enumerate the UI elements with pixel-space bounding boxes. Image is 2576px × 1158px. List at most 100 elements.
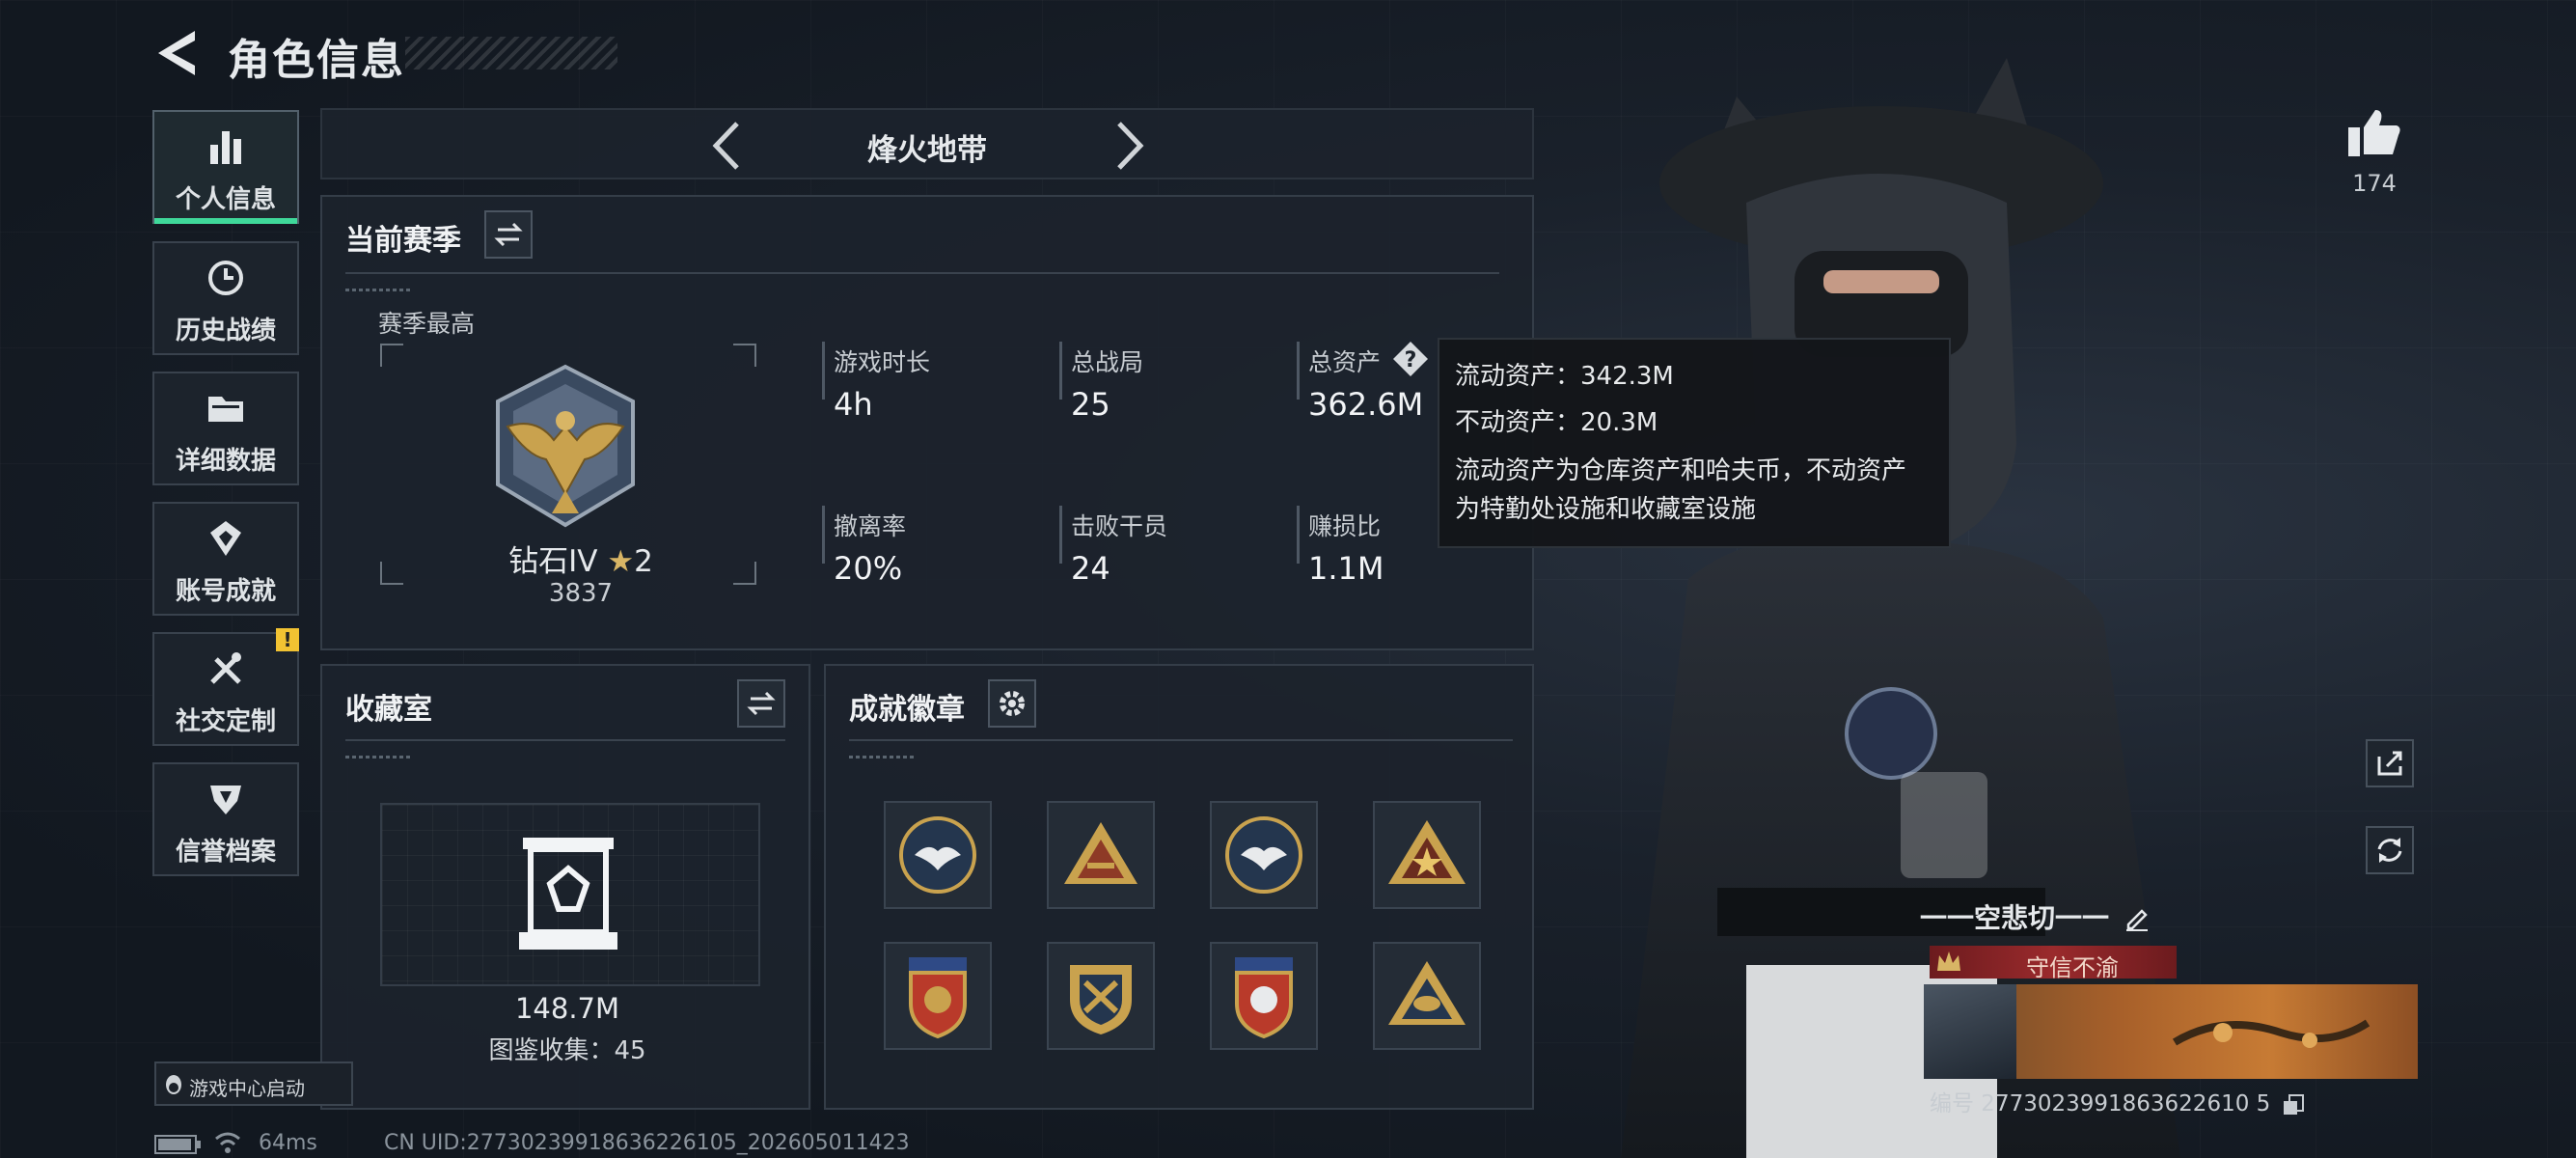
folder-icon xyxy=(208,397,243,422)
uid-text: CN UID:27730239918636226105_202605011423 xyxy=(384,1131,910,1155)
divider xyxy=(345,272,1499,274)
stat-value: 1.1M xyxy=(1308,550,1384,587)
like-count: 174 xyxy=(2352,170,2397,197)
display-case-icon xyxy=(519,838,617,950)
achievement-badge[interactable] xyxy=(1210,801,1318,909)
player-id: 编号 2773023991863622610 5 xyxy=(1930,1085,2373,1117)
eagle-medal-icon xyxy=(1225,816,1302,894)
shield-emblem-icon xyxy=(210,786,241,814)
sidebar-item-label: 信誉档案 xyxy=(175,838,276,867)
edit-icon[interactable] xyxy=(2123,903,2151,932)
rank-name: 钻石IV xyxy=(508,544,598,579)
achievement-badge[interactable] xyxy=(884,801,992,909)
swap-icon xyxy=(747,691,776,716)
collection-value: 148.7M xyxy=(514,992,620,1025)
achievement-badge[interactable] xyxy=(1373,942,1481,1050)
banner-art-icon xyxy=(2172,1019,2370,1048)
season-panel: 当前赛季 赛季最高 钻石IV ★2 3837 游戏时长 4h 总战局 25 总资… xyxy=(320,195,1534,650)
triangle-medal-icon xyxy=(1064,822,1137,884)
player-banner[interactable] xyxy=(1924,984,2418,1079)
active-indicator xyxy=(154,218,297,224)
achievement-badge[interactable] xyxy=(1373,801,1481,909)
stat-value: 24 xyxy=(1071,550,1110,587)
tooltip-fixed-assets: 不动资产：20.3M xyxy=(1455,408,1658,437)
rank-stars: 2 xyxy=(634,544,653,579)
achievement-badge[interactable] xyxy=(1210,942,1318,1050)
divider-dots xyxy=(345,756,413,758)
rank-score: 3837 xyxy=(548,579,614,608)
sidebar-item-history[interactable]: 历史战绩 xyxy=(152,241,299,355)
stat-divider xyxy=(1297,506,1300,564)
diamond-emblem-icon xyxy=(210,521,241,556)
achievement-badge[interactable] xyxy=(1047,942,1155,1050)
chevron-right-icon[interactable] xyxy=(1113,120,1146,172)
stat-divider xyxy=(822,342,825,400)
tooltip-description: 为特勤处设施和收藏室设施 xyxy=(1455,495,1757,524)
alert-badge: ! xyxy=(276,628,299,651)
share-icon xyxy=(2377,751,2402,776)
stat-value: 362.6M xyxy=(1308,386,1424,423)
help-icon[interactable]: ? xyxy=(1391,340,1430,378)
player-avatar[interactable] xyxy=(1924,984,2016,1079)
refresh-icon xyxy=(2377,838,2402,863)
stat-divider xyxy=(1059,342,1062,400)
tooltip-description: 流动资产为仓库资产和哈夫币，不动资产 xyxy=(1455,456,1907,485)
collection-swap-button[interactable] xyxy=(737,679,785,728)
refresh-button[interactable] xyxy=(2366,826,2414,874)
sidebar-item-label: 详细数据 xyxy=(175,447,276,476)
game-center-launch[interactable]: 游戏中心启动 xyxy=(154,1062,353,1106)
triangle-eye-medal-icon xyxy=(1388,961,1466,1025)
battery-icon xyxy=(154,1135,201,1154)
sidebar-item-label: 个人信息 xyxy=(175,185,276,214)
svg-text:?: ? xyxy=(1405,348,1417,372)
season-title: 当前赛季 xyxy=(345,224,461,258)
stat-label: 总资产 xyxy=(1308,348,1382,376)
copy-icon[interactable] xyxy=(2282,1093,2305,1117)
sidebar-item-label: 历史战绩 xyxy=(175,317,276,345)
sidebar-item-label: 账号成就 xyxy=(175,577,276,606)
divider xyxy=(345,739,785,741)
rank-emblem-icon xyxy=(496,364,635,528)
assets-tooltip: 流动资产：342.3M 不动资产：20.3M 流动资产为仓库资产和哈夫币，不动资… xyxy=(1438,338,1951,548)
sidebar-item-label: 社交定制 xyxy=(175,707,276,736)
back-arrow-icon[interactable] xyxy=(154,27,199,79)
player-id-text: 编号 2773023991863622610 5 xyxy=(1930,1091,2271,1117)
achievements-settings-button[interactable] xyxy=(988,679,1036,728)
rank-label: 钻石IV ★2 xyxy=(484,537,677,580)
thumbs-up-icon[interactable] xyxy=(2346,106,2402,158)
stat-label: 游戏时长 xyxy=(834,348,931,376)
wifi-icon xyxy=(215,1132,240,1153)
player-title-bar: 守信不渝 xyxy=(1930,946,2177,981)
stat-divider xyxy=(1297,342,1300,400)
collection-catalog: 图鉴收集：45 xyxy=(488,1036,646,1065)
achievement-badge[interactable] xyxy=(1047,801,1155,909)
stat-label: 击败干员 xyxy=(1071,512,1168,540)
page-title: 角色信息 xyxy=(228,36,405,85)
bar-chart-icon xyxy=(210,131,241,164)
tools-icon xyxy=(210,652,241,684)
season-swap-button[interactable] xyxy=(484,210,533,259)
stat-value: 20% xyxy=(834,550,903,587)
player-name: 一一空悲切一一 xyxy=(1920,902,2110,934)
shield-medal-icon xyxy=(1070,965,1132,1034)
achievements-panel: 成就徽章 xyxy=(824,664,1534,1110)
gear-icon xyxy=(1000,691,1025,716)
shield-medal-icon xyxy=(1235,957,1293,1039)
shield-medal-icon xyxy=(909,957,967,1039)
divider-dots xyxy=(849,756,917,758)
sidebar-item-personal-info[interactable]: 个人信息 xyxy=(152,110,299,224)
share-button[interactable] xyxy=(2366,739,2414,787)
sidebar-item-reputation[interactable]: 信誉档案 xyxy=(152,762,299,876)
eagle-medal-icon xyxy=(899,816,976,894)
mode-label: 烽火地带 xyxy=(867,133,987,168)
ping-value: 64ms xyxy=(259,1131,317,1155)
achievement-badge[interactable] xyxy=(884,942,992,1050)
sidebar-item-account-achievements[interactable]: 账号成就 xyxy=(152,502,299,616)
star-icon: ★ xyxy=(607,544,635,579)
sidebar-item-detailed-data[interactable]: 详细数据 xyxy=(152,372,299,485)
stat-value: 4h xyxy=(834,386,873,423)
collection-title: 收藏室 xyxy=(345,693,432,727)
clock-icon xyxy=(208,261,243,295)
stat-label: 撤离率 xyxy=(834,512,907,540)
sidebar-item-social-custom[interactable]: 社交定制 ! xyxy=(152,628,299,746)
